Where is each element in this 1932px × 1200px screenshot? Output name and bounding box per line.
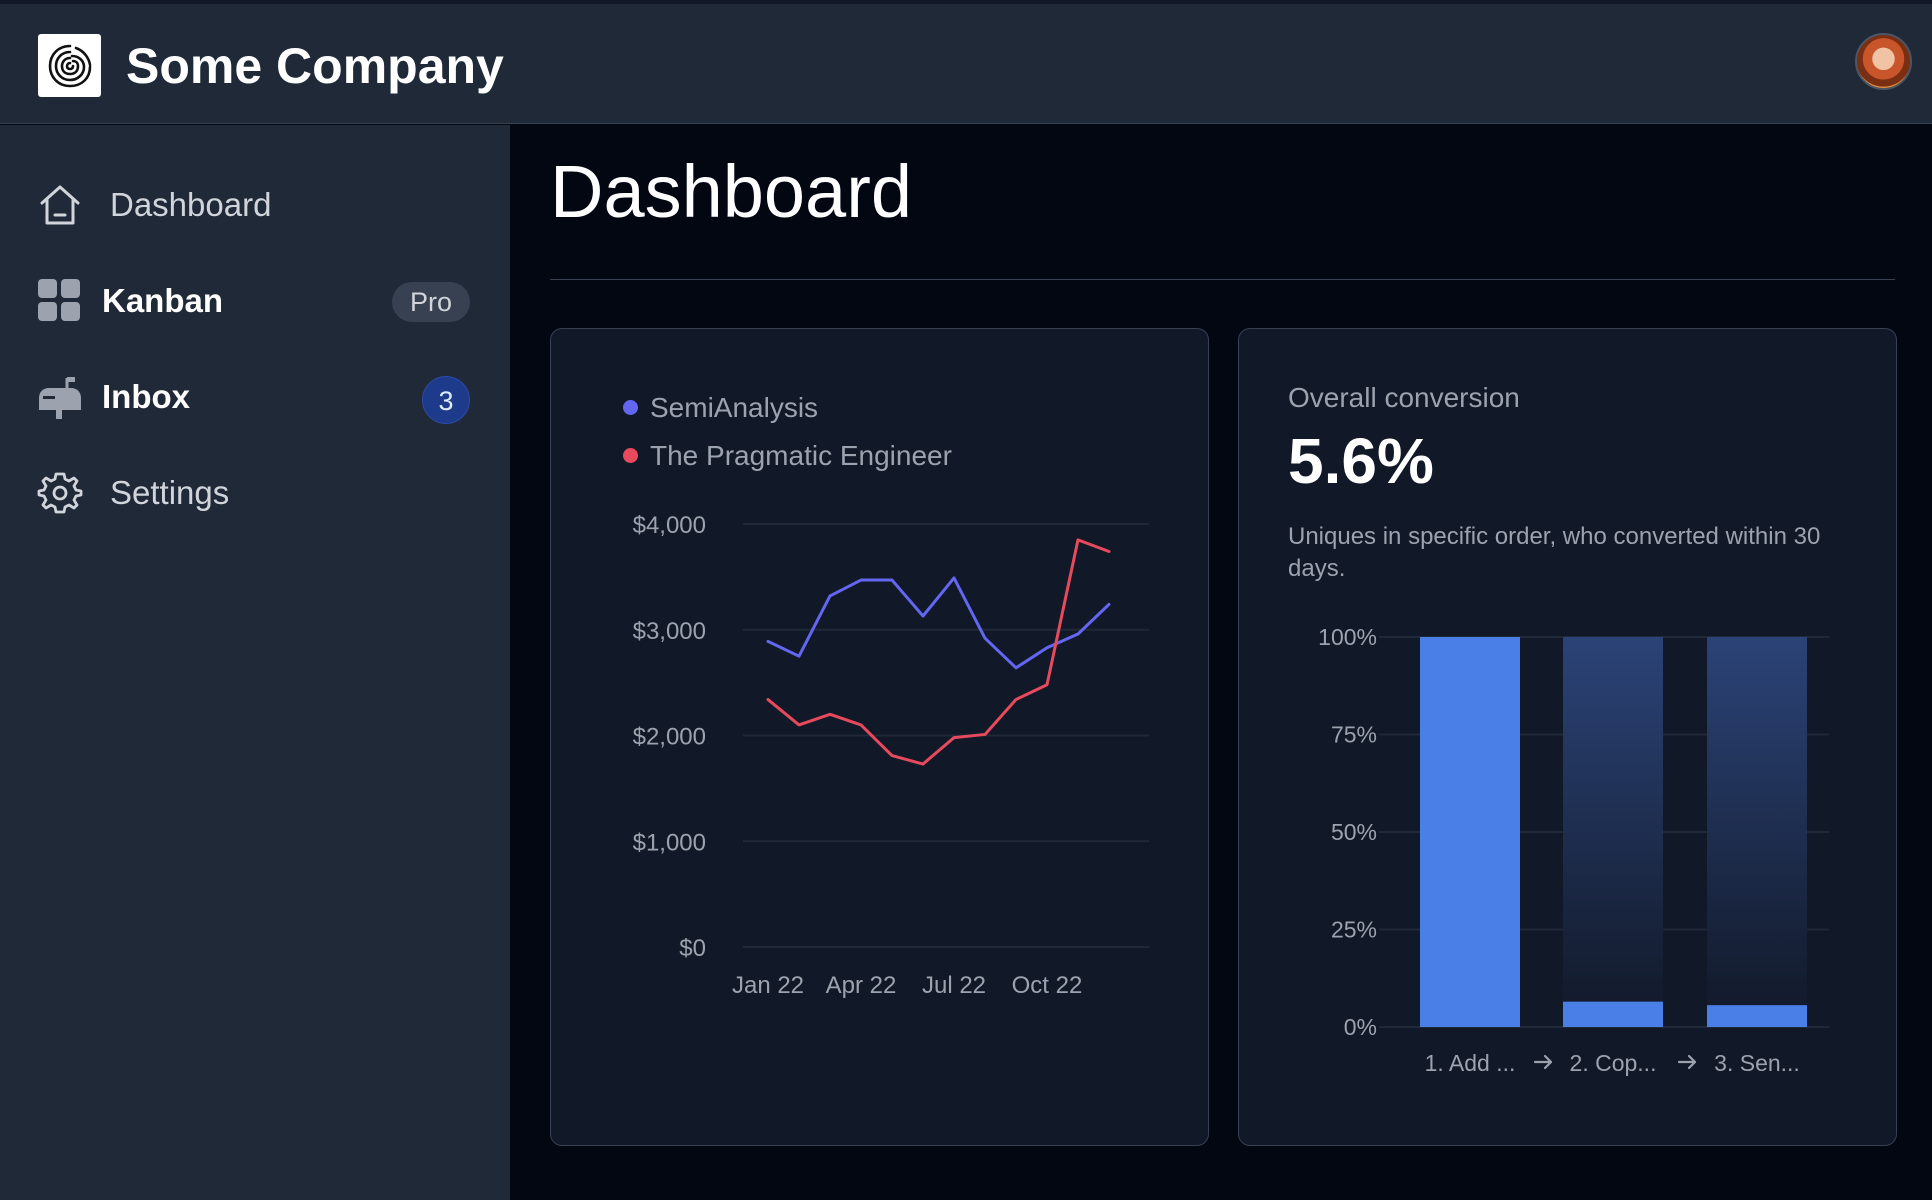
bar xyxy=(1707,1005,1807,1027)
funnel-bar-chart: 100% 75% 50% 25% 0% 1. Add ... 2. Cop... 3. Sen… xyxy=(1318,624,1829,1076)
bar-remaining-background xyxy=(1707,637,1807,1027)
user-avatar[interactable] xyxy=(1855,33,1912,90)
sidebar-item-label: Inbox xyxy=(102,378,190,415)
sidebar-item-settings[interactable]: Settings xyxy=(0,453,510,533)
x-tick-label: 3. Sen... xyxy=(1714,1050,1800,1076)
page-title: Dashboard xyxy=(550,150,913,233)
pro-badge: Pro xyxy=(392,282,470,322)
sidebar-item-inbox[interactable]: Inbox 3 xyxy=(0,357,510,437)
arrow-right-icon xyxy=(1677,1054,1697,1070)
y-tick-label: 100% xyxy=(1318,624,1377,650)
sidebar-item-label: Kanban xyxy=(102,282,224,319)
sidebar-item-dashboard[interactable]: Dashboard xyxy=(0,165,510,245)
y-tick-label: 75% xyxy=(1331,722,1377,748)
x-tick-label: Apr 22 xyxy=(826,972,897,999)
y-tick-label: $4,000 xyxy=(633,512,706,539)
sidebar-item-label: Dashboard xyxy=(110,186,272,223)
line-chart-card: SemiAnalysis The Pragmatic Engineer $4,0… xyxy=(550,328,1209,1146)
series-line-pragmatic-engineer xyxy=(766,538,1111,766)
company-logo[interactable] xyxy=(38,34,101,97)
x-tick-label: Oct 22 xyxy=(1012,972,1083,999)
sidebar-item-kanban[interactable]: Kanban Pro xyxy=(0,261,510,341)
sidebar: Dashboard Kanban Pro Inbox 3 Settings xyxy=(0,125,510,1200)
y-tick-label: $2,000 xyxy=(633,724,706,751)
line-chart: $4,000 $3,000 $2,000 $1,000 $0 Jan 22 Apr 22 Ju… xyxy=(633,512,1149,999)
x-tick-label: Jan 22 xyxy=(732,972,804,999)
fingerprint-logo-icon xyxy=(48,44,91,87)
grid-icon xyxy=(38,279,80,321)
title-divider xyxy=(550,279,1895,280)
gear-icon xyxy=(37,472,83,514)
conversion-card: Overall conversion 5.6% Uniques in speci… xyxy=(1238,328,1897,1146)
series-line-semianalysis xyxy=(766,576,1111,670)
x-tick-label: 2. Cop... xyxy=(1570,1050,1657,1076)
sidebar-item-label: Settings xyxy=(110,474,230,511)
y-tick-label: 50% xyxy=(1331,819,1377,845)
y-tick-label: $3,000 xyxy=(633,618,706,645)
y-tick-label: 25% xyxy=(1331,917,1377,943)
y-tick-label: 0% xyxy=(1344,1014,1377,1040)
bar-remaining-background xyxy=(1563,637,1663,1027)
arrow-right-icon xyxy=(1533,1054,1553,1070)
x-tick-label: Jul 22 xyxy=(922,972,986,999)
bar xyxy=(1563,1001,1663,1027)
home-icon xyxy=(40,185,80,225)
inbox-count-badge: 3 xyxy=(422,376,470,424)
x-tick-label: 1. Add ... xyxy=(1425,1050,1516,1076)
top-bar: Some Company xyxy=(0,0,1932,124)
bar xyxy=(1420,637,1520,1027)
company-name[interactable]: Some Company xyxy=(126,38,504,94)
mailbox-icon xyxy=(39,377,81,419)
y-tick-label: $0 xyxy=(679,935,706,962)
y-tick-label: $1,000 xyxy=(633,829,706,856)
